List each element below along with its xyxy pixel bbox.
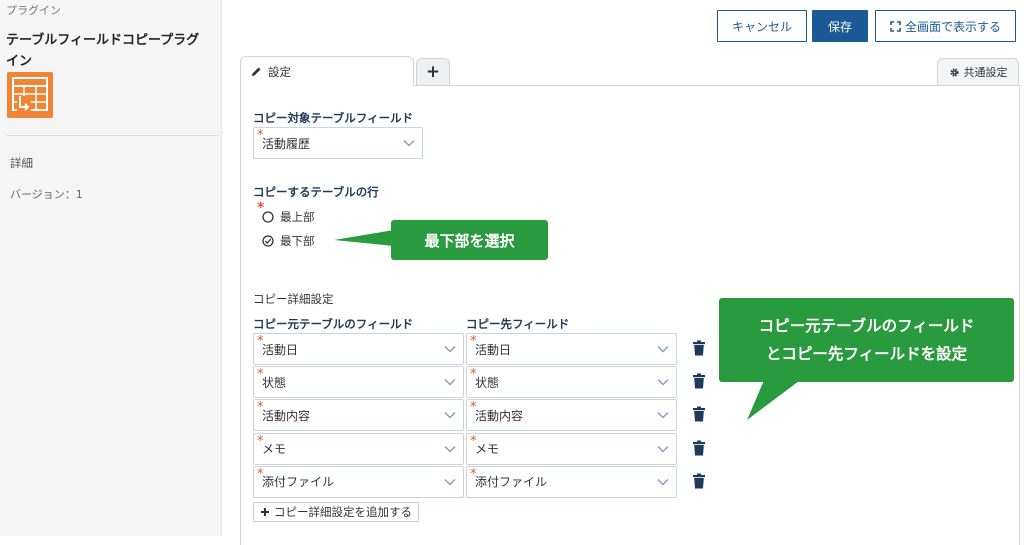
chevron-down-icon — [657, 478, 669, 486]
fullscreen-label: 全画面で表示する — [904, 19, 1001, 34]
cancel-button[interactable]: キャンセル — [717, 10, 807, 42]
pencil-icon — [252, 67, 261, 76]
required-marker: * — [470, 433, 477, 449]
required-marker: * — [257, 466, 264, 482]
source-field-select[interactable]: * メモ — [253, 432, 464, 465]
callout-pointer — [747, 378, 803, 420]
chevron-down-icon — [444, 379, 456, 386]
dest-field-select[interactable]: * 状態 — [466, 366, 677, 399]
gear-icon — [949, 67, 959, 77]
trash-icon[interactable] — [692, 340, 706, 356]
plugin-version: バージョン：1 — [10, 188, 83, 201]
dest-field-value: 活動日 — [475, 342, 512, 357]
source-field-select[interactable]: * 活動日 — [253, 333, 464, 365]
required-marker: * — [470, 400, 477, 416]
tab-common-label: 共通設定 — [963, 66, 1008, 79]
trash-icon[interactable] — [692, 406, 706, 422]
chevron-down-icon — [444, 346, 456, 353]
radio-bottom-label: 最下部 — [280, 234, 315, 248]
callout-line-2: とコピー先フィールドを設定 — [765, 345, 968, 363]
tab-settings[interactable]: 設定 — [240, 56, 414, 86]
required-marker: * — [470, 334, 477, 349]
required-marker: * — [257, 367, 264, 383]
required-marker: * — [257, 128, 264, 143]
table-plugin-icon — [7, 72, 53, 118]
source-field-value: 状態 — [262, 375, 287, 390]
tab-common-settings[interactable]: 共通設定 — [937, 58, 1019, 85]
callout-pointer — [334, 230, 394, 246]
tab-settings-label: 設定 — [268, 64, 291, 79]
required-marker: * — [257, 334, 264, 349]
chevron-down-icon — [657, 412, 669, 419]
sidebar-divider — [6, 135, 218, 136]
source-field-value: メモ — [262, 442, 287, 457]
dest-field-value: 状態 — [475, 375, 500, 390]
dest-field-value: 活動内容 — [475, 408, 524, 423]
source-field-select[interactable]: * 添付ファイル — [253, 465, 464, 498]
add-detail-label: コピー詳細設定を追加する — [274, 505, 412, 519]
plugin-title: テーブルフィールドコピープラグイン — [6, 33, 200, 69]
chevron-down-icon — [444, 445, 456, 453]
chevron-down-icon — [403, 140, 415, 147]
dest-field-select[interactable]: * メモ — [466, 432, 677, 465]
save-button[interactable]: 保存 — [812, 10, 868, 42]
add-tab-button[interactable]: + — [416, 58, 450, 85]
radio-top-label: 最上部 — [280, 210, 315, 224]
chevron-down-icon — [657, 346, 669, 353]
fullscreen-icon — [890, 20, 901, 32]
plugin-sidebar: プラグイン テーブルフィールドコピープラグイン 詳細 バージョン：1 — [0, 0, 222, 536]
copy-target-select[interactable]: * 活動履歴 — [253, 127, 423, 159]
copy-target-label: コピー対象テーブルフィールド — [253, 111, 414, 125]
source-column-header: コピー元テーブルのフィールド — [253, 317, 414, 331]
callout-select-bottom: 最下部を選択 — [391, 220, 548, 260]
dest-column-header: コピー先フィールド — [466, 317, 570, 331]
breadcrumb: プラグイン — [6, 4, 61, 17]
callout-line-1: コピー元テーブルのフィールド — [758, 317, 975, 335]
source-field-select[interactable]: * 活動内容 — [253, 399, 464, 432]
trash-icon[interactable] — [692, 473, 706, 489]
required-marker: * — [257, 433, 264, 449]
plus-icon — [261, 508, 269, 516]
chevron-down-icon — [444, 412, 456, 419]
sidebar-detail-link[interactable]: 詳細 — [10, 155, 33, 171]
radio-bottom[interactable]: 最下部 — [262, 233, 315, 249]
radio-top[interactable]: 最上部 — [262, 209, 315, 225]
trash-icon[interactable] — [692, 373, 706, 389]
source-field-value: 活動日 — [262, 342, 299, 357]
source-field-select[interactable]: * 状態 — [253, 366, 464, 399]
required-marker: * — [470, 367, 477, 383]
radio-empty-icon — [262, 211, 274, 223]
dest-field-value: メモ — [475, 442, 500, 457]
fullscreen-button[interactable]: 全画面で表示する — [875, 10, 1016, 42]
dest-field-select[interactable]: * 添付ファイル — [466, 465, 677, 498]
row-position-label: コピーするテーブルの行 — [253, 185, 379, 199]
source-field-value: 活動内容 — [262, 408, 311, 423]
chevron-down-icon — [657, 379, 669, 386]
detail-section-label: コピー詳細設定 — [253, 292, 334, 306]
radio-checked-icon — [262, 235, 274, 247]
copy-target-value: 活動履歴 — [262, 136, 311, 151]
required-marker: * — [257, 400, 264, 416]
source-field-value: 添付ファイル — [262, 475, 335, 490]
callout-field-mapping: コピー元テーブルのフィールド とコピー先フィールドを設定 — [719, 298, 1014, 382]
required-marker: * — [470, 466, 477, 482]
add-detail-button[interactable]: コピー詳細設定を追加する — [253, 502, 419, 522]
dest-field-value: 添付ファイル — [475, 475, 548, 490]
trash-icon[interactable] — [692, 440, 706, 456]
dest-field-select[interactable]: * 活動日 — [466, 333, 677, 365]
chevron-down-icon — [444, 478, 456, 486]
chevron-down-icon — [657, 445, 669, 453]
dest-field-select[interactable]: * 活動内容 — [466, 399, 677, 432]
